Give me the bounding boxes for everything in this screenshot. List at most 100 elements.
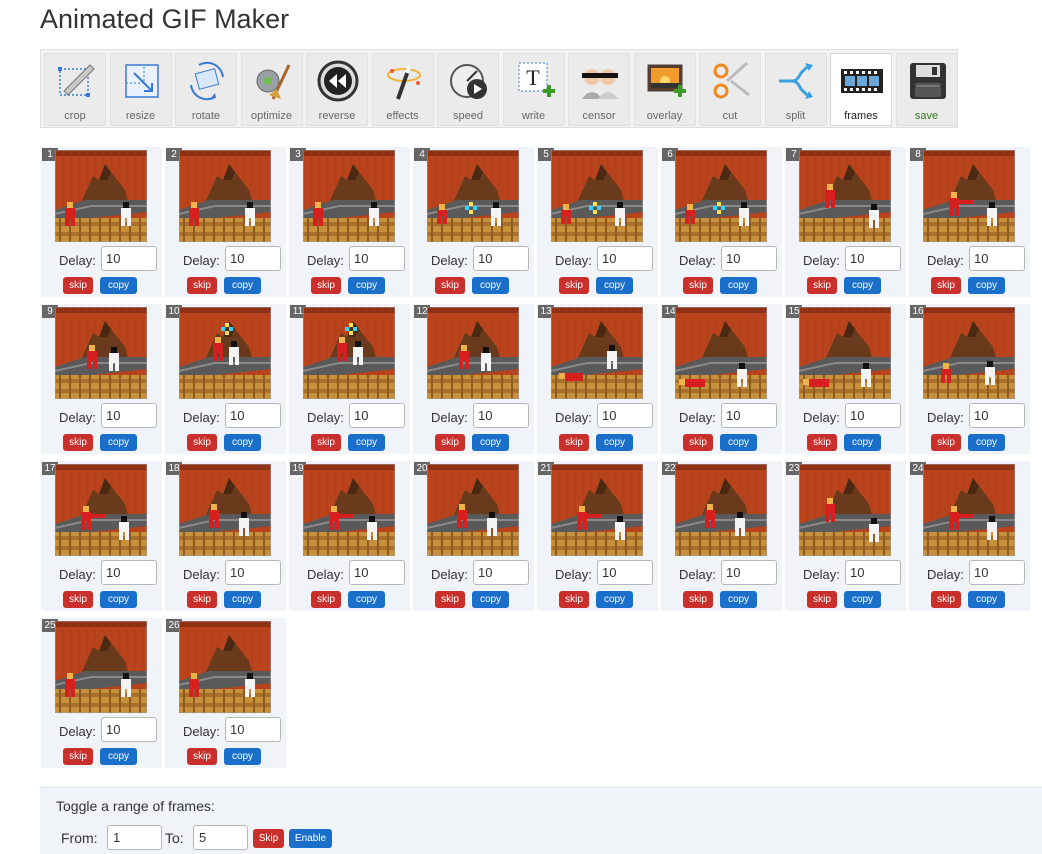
delay-input[interactable] (845, 560, 901, 585)
tool-write-button[interactable]: Twrite (502, 53, 565, 126)
frame-skip-button[interactable]: skip (931, 277, 961, 294)
frame-skip-button[interactable]: skip (559, 434, 589, 451)
frame-copy-button[interactable]: copy (720, 591, 757, 608)
frame-copy-button[interactable]: copy (968, 277, 1005, 294)
frame-copy-button[interactable]: copy (968, 591, 1005, 608)
delay-input[interactable] (721, 403, 777, 428)
frame-skip-button[interactable]: skip (559, 591, 589, 608)
frame-copy-button[interactable]: copy (224, 434, 261, 451)
delay-input[interactable] (101, 403, 157, 428)
delay-input[interactable] (721, 246, 777, 271)
delay-input[interactable] (101, 560, 157, 585)
frame-skip-button[interactable]: skip (435, 434, 465, 451)
frame-copy-button[interactable]: copy (720, 434, 757, 451)
frame-skip-button[interactable]: skip (683, 591, 713, 608)
tool-resize-button[interactable]: resize (109, 53, 172, 126)
delay-input[interactable] (721, 560, 777, 585)
tool-speed-button[interactable]: speed (437, 53, 499, 126)
delay-input[interactable] (349, 560, 405, 585)
frame-skip-button[interactable]: skip (311, 591, 341, 608)
tool-save-button[interactable]: save (895, 53, 958, 126)
range-enable-button[interactable]: Enable (289, 829, 332, 848)
frame-copy-button[interactable]: copy (844, 434, 881, 451)
delay-input[interactable] (969, 403, 1025, 428)
frame-copy-button[interactable]: copy (100, 748, 137, 765)
frame-skip-button[interactable]: skip (931, 591, 961, 608)
range-skip-button[interactable]: Skip (253, 829, 284, 848)
frame-skip-button[interactable]: skip (187, 748, 217, 765)
frame-card: 21Delay:skipcopy (537, 461, 658, 611)
from-input[interactable] (107, 825, 162, 850)
frame-copy-button[interactable]: copy (348, 434, 385, 451)
frame-copy-button[interactable]: copy (472, 277, 509, 294)
frame-skip-button[interactable]: skip (63, 748, 93, 765)
frame-copy-button[interactable]: copy (968, 434, 1005, 451)
tool-reverse-button[interactable]: reverse (306, 53, 368, 126)
to-input[interactable] (193, 825, 248, 850)
tool-censor-button[interactable]: censor (568, 53, 630, 126)
frame-skip-button[interactable]: skip (559, 277, 589, 294)
frame-copy-button[interactable]: copy (472, 434, 509, 451)
delay-input[interactable] (473, 560, 529, 585)
tool-effects-button[interactable]: effects (371, 53, 434, 126)
frame-card: 23Delay:skipcopy (785, 461, 906, 611)
frame-copy-button[interactable]: copy (596, 277, 633, 294)
frame-copy-button[interactable]: copy (224, 277, 261, 294)
delay-input[interactable] (349, 403, 405, 428)
delay-input[interactable] (225, 246, 281, 271)
frame-copy-button[interactable]: copy (224, 591, 261, 608)
frame-copy-button[interactable]: copy (844, 277, 881, 294)
tool-frames-button[interactable]: frames (830, 53, 892, 126)
delay-input[interactable] (349, 246, 405, 271)
delay-input[interactable] (101, 717, 157, 742)
frame-copy-button[interactable]: copy (348, 591, 385, 608)
frame-skip-button[interactable]: skip (311, 434, 341, 451)
frame-skip-button[interactable]: skip (807, 434, 837, 451)
frame-skip-button[interactable]: skip (311, 277, 341, 294)
delay-input[interactable] (225, 403, 281, 428)
frame-skip-button[interactable]: skip (931, 434, 961, 451)
delay-input[interactable] (225, 717, 281, 742)
delay-input[interactable] (969, 246, 1025, 271)
frame-skip-button[interactable]: skip (435, 277, 465, 294)
frame-copy-button[interactable]: copy (100, 434, 137, 451)
delay-input[interactable] (101, 246, 157, 271)
frame-copy-button[interactable]: copy (472, 591, 509, 608)
frame-skip-button[interactable]: skip (807, 591, 837, 608)
tool-split-button[interactable]: split (764, 53, 827, 126)
delay-input[interactable] (597, 246, 653, 271)
tool-crop-button[interactable]: crop (44, 53, 106, 126)
frame-skip-button[interactable]: skip (435, 591, 465, 608)
frame-copy-button[interactable]: copy (224, 748, 261, 765)
delay-input[interactable] (845, 403, 901, 428)
delay-input[interactable] (473, 403, 529, 428)
frame-skip-button[interactable]: skip (63, 434, 93, 451)
frame-copy-button[interactable]: copy (844, 591, 881, 608)
tool-optimize-button[interactable]: optimize (240, 53, 303, 126)
delay-input[interactable] (225, 560, 281, 585)
delay-input[interactable] (597, 403, 653, 428)
frame-skip-button[interactable]: skip (683, 434, 713, 451)
frame-skip-button[interactable]: skip (807, 277, 837, 294)
tool-rotate-button[interactable]: rotate (175, 53, 237, 126)
frame-skip-button[interactable]: skip (187, 434, 217, 451)
frame-skip-button[interactable]: skip (683, 277, 713, 294)
delay-input[interactable] (969, 560, 1025, 585)
frame-copy-button[interactable]: copy (348, 277, 385, 294)
frame-copy-button[interactable]: copy (100, 277, 137, 294)
frame-copy-button[interactable]: copy (596, 591, 633, 608)
delay-input[interactable] (473, 246, 529, 271)
tool-label: censor (582, 110, 616, 122)
tool-overlay-button[interactable]: overlay (633, 53, 696, 126)
frame-copy-button[interactable]: copy (596, 434, 633, 451)
frame-copy-button[interactable]: copy (720, 277, 757, 294)
frame-skip-button[interactable]: skip (187, 591, 217, 608)
frame-skip-button[interactable]: skip (63, 277, 93, 294)
delay-input[interactable] (845, 246, 901, 271)
tool-cut-button[interactable]: cut (699, 53, 761, 126)
delay-label: Delay: (59, 567, 96, 582)
delay-input[interactable] (597, 560, 653, 585)
frame-skip-button[interactable]: skip (187, 277, 217, 294)
frame-skip-button[interactable]: skip (63, 591, 93, 608)
frame-copy-button[interactable]: copy (100, 591, 137, 608)
